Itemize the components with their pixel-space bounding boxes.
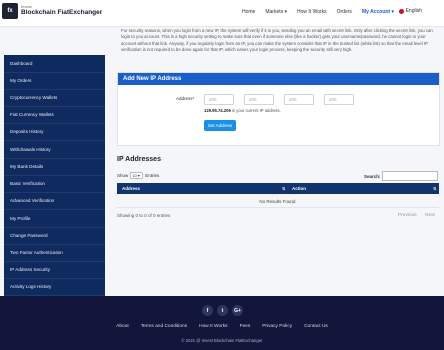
previous-page-button[interactable]: Previous xyxy=(398,213,417,218)
ip-octet-3-input[interactable]: 000 xyxy=(284,94,314,105)
chevron-down-icon: ▾ xyxy=(284,9,288,15)
sidebar-item-bank-details[interactable]: My Bank Details xyxy=(4,158,105,176)
twitter-icon[interactable]: t xyxy=(217,305,228,316)
nav-markets[interactable]: Markets ▾ xyxy=(265,9,287,15)
current-ip-hint: 129.95.74.206 is your current IP address… xyxy=(204,108,281,113)
ip-octet-1-input[interactable]: 000 xyxy=(204,94,234,105)
footer-link-terms[interactable]: Terms and Conditions xyxy=(141,324,187,329)
sidebar-item-advanced-verification[interactable]: Advanced Verification xyxy=(4,192,105,210)
flag-icon xyxy=(398,8,404,14)
footer-link-fees[interactable]: Fees xyxy=(240,324,251,329)
google-plus-icon[interactable]: G+ xyxy=(232,305,243,316)
add-ip-card-title: Add New IP Address xyxy=(118,73,439,85)
current-ip-suffix: is your current IP address. xyxy=(231,108,281,113)
footer-link-about[interactable]: About xyxy=(116,324,129,329)
entries-label: Entries xyxy=(145,173,160,178)
facebook-icon[interactable]: f xyxy=(202,305,213,316)
search-label: Search: xyxy=(364,174,381,179)
table-header: Address ⇅ Action ⇅ xyxy=(117,183,439,194)
footer-link-contact[interactable]: Contact Us xyxy=(304,324,328,329)
site-logo[interactable]: fx Invest Blockchain FiatExchanger xyxy=(2,3,102,19)
sidebar-item-basic-verification[interactable]: Basic Verification xyxy=(4,175,105,193)
footer-link-privacy[interactable]: Privacy Policy xyxy=(262,324,292,329)
ip-octet-2-input[interactable]: 000 xyxy=(244,94,274,105)
sidebar-item-my-profile[interactable]: My Profile xyxy=(4,210,105,228)
show-label: Show xyxy=(117,173,129,178)
sidebar-item-two-factor[interactable]: Two Factor Authentication xyxy=(4,244,105,262)
sidebar-item-change-password[interactable]: Change Password xyxy=(4,227,105,245)
sidebar-item-dashboard[interactable]: Dashboard xyxy=(4,55,105,73)
page-size-control: Show 10 ▾ Entries xyxy=(117,172,159,179)
nav-my-account[interactable]: My Account ▾ xyxy=(362,9,394,15)
nav-orders[interactable]: Orders xyxy=(337,9,352,15)
set-address-button[interactable]: Set Address xyxy=(204,120,236,131)
nav-home[interactable]: Home xyxy=(242,9,255,15)
language-label: English xyxy=(405,8,422,14)
table-empty-row: No Results Found. xyxy=(117,196,439,208)
sidebar-item-my-orders[interactable]: My Orders xyxy=(4,72,105,90)
sidebar: Dashboard My Orders Cryptocurrency Walle… xyxy=(4,55,105,296)
page-size-select[interactable]: 10 ▾ xyxy=(130,172,144,179)
address-label: Address* xyxy=(176,96,195,101)
sidebar-item-deposits-history[interactable]: Deposits History xyxy=(4,123,105,141)
sort-icon[interactable]: ⇅ xyxy=(282,186,285,191)
sidebar-item-withdrawals-history[interactable]: Withdrawals History xyxy=(4,141,105,159)
sidebar-item-ip-security[interactable]: IP Address Security xyxy=(4,261,105,279)
language-selector[interactable]: English xyxy=(398,8,422,14)
sort-icon[interactable]: ⇅ xyxy=(433,186,436,191)
column-address[interactable]: Address xyxy=(122,186,140,191)
add-ip-card: Add New IP Address Address* 000 000 000 … xyxy=(117,72,440,146)
site-footer: f t G+ About Terms and Conditions How It… xyxy=(0,296,444,350)
sidebar-item-activity-logs[interactable]: Activity Logs History xyxy=(4,278,105,296)
column-action[interactable]: Action xyxy=(292,186,306,191)
sidebar-item-crypto-wallets[interactable]: Cryptocurrency Wallets xyxy=(4,89,105,107)
main-nav: Home Markets ▾ How It Works Orders My Ac… xyxy=(232,9,394,15)
footer-link-how-it-works[interactable]: How It Works xyxy=(199,324,227,329)
top-header: fx Invest Blockchain FiatExchanger Home … xyxy=(0,0,444,27)
table-info: Showing 0 to 0 of 0 entries xyxy=(117,213,171,218)
chevron-down-icon: ▾ xyxy=(391,9,394,15)
security-notice: For security reasons, when you login fro… xyxy=(121,28,433,53)
nav-how-it-works[interactable]: How It Works xyxy=(297,9,327,15)
search-input[interactable] xyxy=(382,171,438,181)
current-ip-value: 129.95.74.206 xyxy=(204,108,231,113)
sidebar-item-fiat-wallets[interactable]: Fiat Currency Wallets xyxy=(4,106,105,124)
footer-links: About Terms and Conditions How It Works … xyxy=(0,324,444,329)
chevron-down-icon: ▾ xyxy=(137,173,140,178)
next-page-button[interactable]: Next xyxy=(425,213,435,218)
logo-name: Blockchain FiatExchanger xyxy=(21,9,103,17)
logo-mark: fx xyxy=(2,3,18,19)
copyright: © 2021 @ Invest Blockchain FiatExchanger xyxy=(181,338,263,343)
ip-addresses-title: IP Addresses xyxy=(117,156,161,163)
ip-octet-4-input[interactable]: 000 xyxy=(324,94,354,105)
